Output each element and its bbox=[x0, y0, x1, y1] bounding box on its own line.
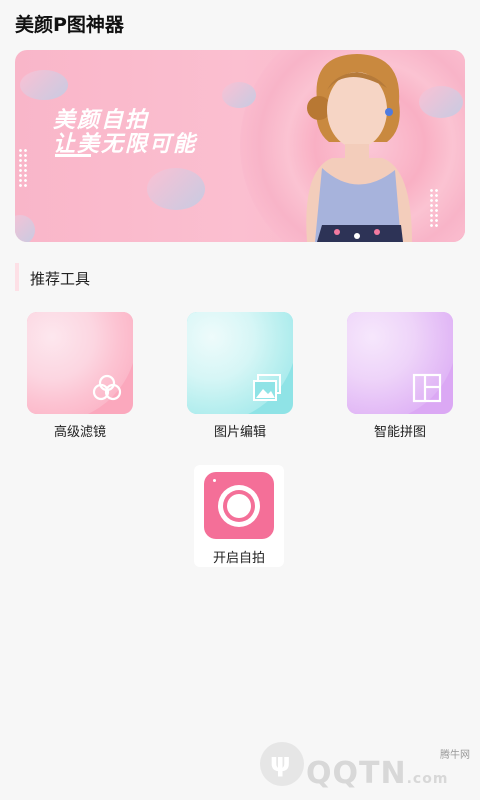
start-selfie-label[interactable]: 开启自拍 bbox=[194, 547, 284, 566]
model-photo bbox=[306, 54, 412, 242]
section-title: 推荐工具 bbox=[30, 270, 91, 288]
banner-bubble bbox=[15, 215, 35, 242]
section-accent-bar bbox=[15, 263, 19, 291]
watermark-logo-glyph: ψ bbox=[270, 748, 291, 778]
site-watermark: ψ 腾牛网 QQTN.com bbox=[260, 742, 470, 792]
banner-bubble bbox=[147, 168, 205, 210]
filter-circles-icon bbox=[92, 374, 122, 401]
banner-underline bbox=[55, 154, 91, 157]
tool-collage-label[interactable]: 智能拼图 bbox=[347, 421, 453, 440]
watermark-brand-text: QQTN bbox=[306, 756, 407, 791]
tool-filter[interactable] bbox=[27, 312, 133, 414]
app-title: 美颜P图神器 bbox=[15, 14, 124, 36]
watermark-logo-icon: ψ bbox=[260, 742, 304, 786]
camera-lens-core bbox=[227, 494, 251, 518]
image-edit-icon bbox=[253, 374, 281, 401]
collage-layout-icon bbox=[412, 373, 442, 403]
camera-lens-ring bbox=[223, 490, 255, 522]
camera-lens bbox=[218, 485, 260, 527]
banner[interactable]: 美颜自拍 让美无限可能 bbox=[15, 50, 465, 242]
tool-collage[interactable] bbox=[347, 312, 453, 414]
banner-dots-left bbox=[18, 148, 28, 188]
tool-image-edit-label[interactable]: 图片编辑 bbox=[187, 421, 293, 440]
banner-bubble bbox=[222, 82, 256, 108]
watermark-brand-suffix: .com bbox=[406, 771, 449, 787]
selfie-card[interactable]: 开启自拍 bbox=[194, 465, 284, 567]
watermark-brand: QQTN.com bbox=[306, 756, 448, 791]
camera-icon bbox=[204, 472, 274, 539]
tool-image-edit[interactable] bbox=[187, 312, 293, 414]
tool-filter-label[interactable]: 高级滤镜 bbox=[27, 421, 133, 440]
banner-bubble bbox=[20, 70, 68, 100]
camera-flash-dot bbox=[213, 479, 216, 482]
